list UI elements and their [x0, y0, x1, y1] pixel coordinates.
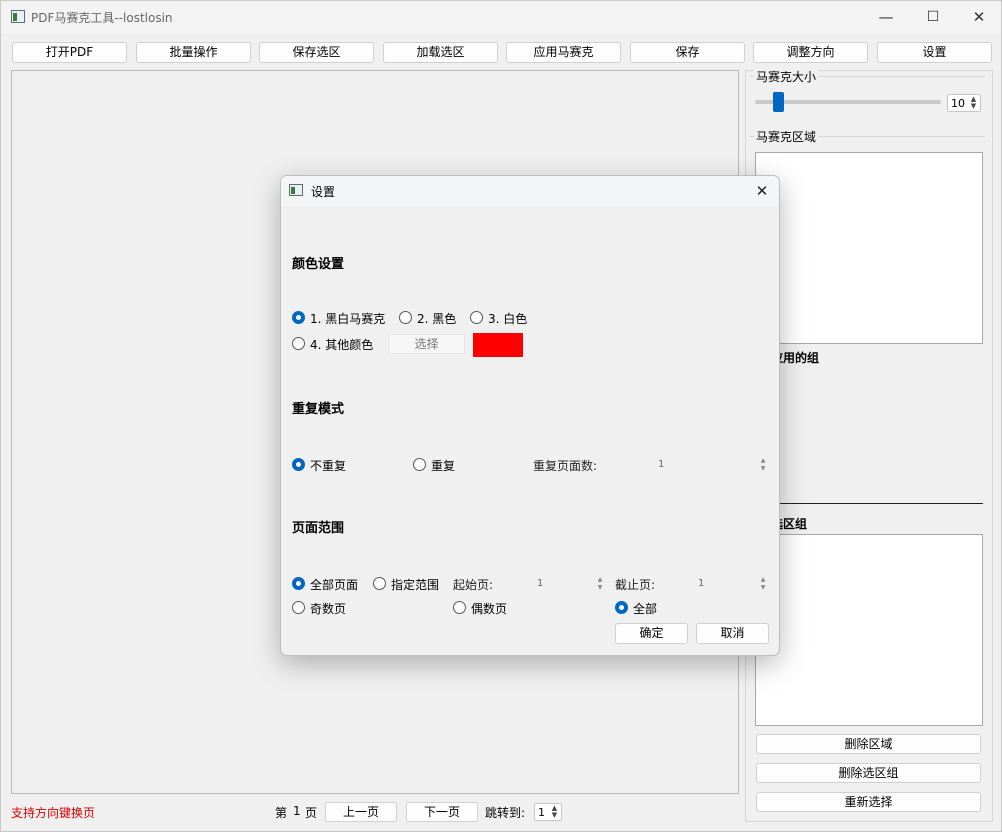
- group-border: [819, 136, 985, 137]
- mosaic-size-spinbox[interactable]: 10 ▲ ▼: [947, 94, 981, 112]
- page-prefix: 第: [275, 806, 288, 820]
- mosaic-region-title: 马赛克区域: [754, 128, 819, 145]
- repeat-pages-value: 1: [658, 459, 665, 470]
- app-icon: [11, 10, 25, 23]
- color-option-radio-4[interactable]: [292, 337, 305, 350]
- custom-color-swatch: [473, 333, 523, 357]
- spin-up-icon[interactable]: ▲: [758, 576, 768, 584]
- specified-range-label: 指定范围: [391, 578, 440, 592]
- open-pdf-button[interactable]: 打开PDF: [12, 42, 127, 63]
- save-button[interactable]: 保存: [630, 42, 745, 63]
- dialog-title-bar: 设置 ✕: [281, 176, 779, 206]
- start-page-spinbox[interactable]: 1 ▲ ▼: [537, 575, 605, 593]
- start-page-label: 起始页:: [453, 578, 494, 592]
- spin-up-icon[interactable]: ▲: [595, 576, 605, 584]
- maximize-icon[interactable]: ☐: [910, 1, 956, 33]
- end-page-label: 截止页:: [615, 578, 656, 592]
- color-option-radio-3[interactable]: [470, 311, 483, 324]
- color-option-label-4: 4. 其他颜色: [310, 338, 374, 352]
- color-option-label-1: 1. 黑白马赛克: [310, 312, 386, 326]
- choose-color-button[interactable]: 选择: [388, 334, 465, 354]
- end-page-value: 1: [698, 578, 705, 589]
- prev-page-button[interactable]: 上一页: [325, 802, 397, 822]
- settings-button[interactable]: 设置: [877, 42, 992, 63]
- ok-button[interactable]: 确定: [615, 623, 688, 644]
- dialog-app-icon: [289, 184, 303, 196]
- jump-to-label: 跳转到:: [485, 806, 526, 820]
- page-number: 1: [293, 804, 301, 818]
- repeat-label: 重复: [431, 459, 456, 473]
- title-bar: PDF马赛克工具--lostlosin — ☐ ✕: [1, 1, 1001, 33]
- start-page-value: 1: [537, 578, 544, 589]
- spin-down-icon[interactable]: ▼: [550, 812, 559, 819]
- even-pages-radio[interactable]: [453, 601, 466, 614]
- adjust-direction-button[interactable]: 调整方向: [753, 42, 868, 63]
- close-icon[interactable]: ✕: [956, 1, 1002, 33]
- repeat-radio[interactable]: [413, 458, 426, 471]
- all-pages-radio[interactable]: [292, 577, 305, 590]
- delete-region-button[interactable]: 删除区域: [756, 734, 981, 754]
- color-option-label-3: 3. 白色: [488, 312, 528, 326]
- batch-button[interactable]: 批量操作: [136, 42, 251, 63]
- spin-down-icon[interactable]: ▼: [595, 584, 605, 592]
- no-repeat-radio[interactable]: [292, 458, 305, 471]
- slider-handle[interactable]: [773, 92, 784, 112]
- color-option-label-2: 2. 黑色: [417, 312, 457, 326]
- end-page-spinbox[interactable]: 1 ▲ ▼: [698, 575, 768, 593]
- load-selection-button[interactable]: 加载选区: [383, 42, 498, 63]
- spin-down-icon[interactable]: ▼: [758, 465, 768, 473]
- jump-page-spinbox[interactable]: 1 ▲ ▼: [534, 803, 562, 821]
- all-parity-radio[interactable]: [615, 601, 628, 614]
- separator: [755, 503, 983, 504]
- dialog-close-icon[interactable]: ✕: [751, 180, 773, 202]
- minimize-icon[interactable]: —: [863, 1, 909, 33]
- even-pages-label: 偶数页: [471, 602, 508, 616]
- save-selection-button[interactable]: 保存选区: [259, 42, 374, 63]
- reselect-button[interactable]: 重新选择: [756, 792, 981, 812]
- arrow-key-hint: 支持方向键换页: [11, 806, 96, 820]
- color-section-title: 颜色设置: [292, 257, 345, 272]
- apply-mosaic-button[interactable]: 应用马赛克: [506, 42, 621, 63]
- mosaic-size-value: 10: [951, 97, 965, 110]
- range-section-title: 页面范围: [292, 521, 345, 536]
- repeat-section-title: 重复模式: [292, 402, 345, 417]
- specified-range-radio[interactable]: [373, 577, 386, 590]
- odd-pages-radio[interactable]: [292, 601, 305, 614]
- repeat-pages-label: 重复页面数:: [533, 459, 598, 473]
- group-border: [819, 76, 985, 77]
- mosaic-size-title: 马赛克大小: [754, 68, 819, 85]
- all-parity-label: 全部: [633, 602, 658, 616]
- window-title: PDF马赛克工具--lostlosin: [31, 11, 173, 25]
- selection-groups-list[interactable]: [755, 534, 983, 726]
- mosaic-region-list[interactable]: [755, 152, 983, 344]
- dialog-title: 设置: [311, 185, 336, 199]
- next-page-button[interactable]: 下一页: [406, 802, 478, 822]
- color-option-radio-1[interactable]: [292, 311, 305, 324]
- page-suffix: 页: [305, 806, 318, 820]
- settings-dialog: 设置 ✕ 颜色设置 1. 黑白马赛克 2. 黑色 3. 白色 4. 其他颜色 选…: [280, 175, 780, 656]
- color-option-radio-2[interactable]: [399, 311, 412, 324]
- spin-down-icon[interactable]: ▼: [758, 584, 768, 592]
- spin-up-icon[interactable]: ▲: [758, 457, 768, 465]
- spin-down-icon[interactable]: ▼: [969, 103, 978, 110]
- odd-pages-label: 奇数页: [310, 602, 347, 616]
- all-pages-label: 全部页面: [310, 578, 359, 592]
- jump-page-value: 1: [538, 806, 545, 819]
- repeat-pages-spinbox[interactable]: 1 ▲ ▼: [656, 456, 768, 474]
- delete-selection-group-button[interactable]: 删除选区组: [756, 763, 981, 783]
- no-repeat-label: 不重复: [310, 459, 347, 473]
- cancel-button[interactable]: 取消: [696, 623, 769, 644]
